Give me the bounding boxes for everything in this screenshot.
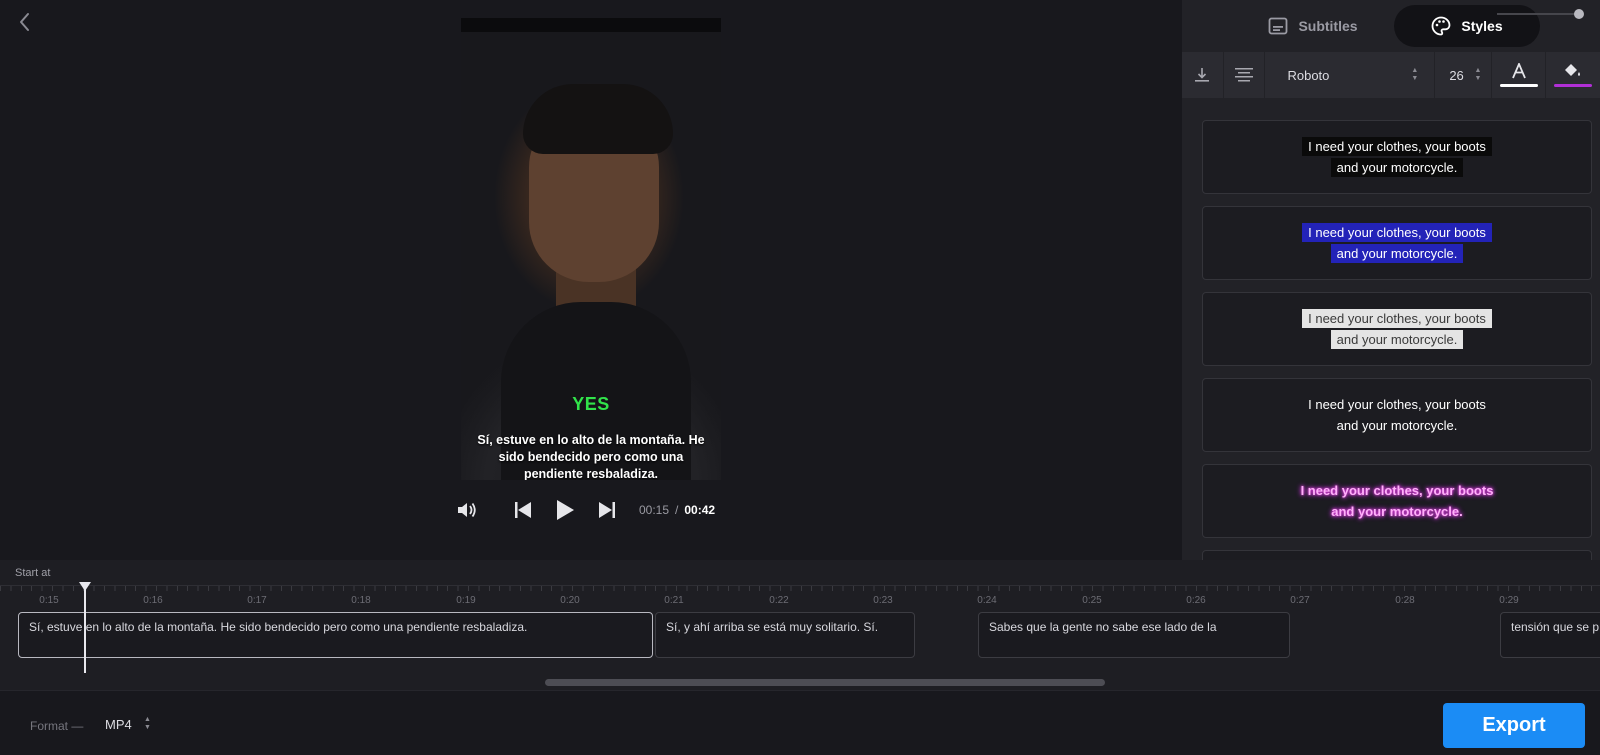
background-color-swatch (1554, 84, 1593, 87)
style-preset-plain[interactable]: I need your clothes, your boots and your… (1202, 378, 1592, 452)
tick-label: 0:22 (769, 595, 789, 606)
video-preview[interactable]: YES Sí, estuve en lo alto de la montaña.… (461, 18, 721, 480)
font-select[interactable]: Roboto ▲ ▼ (1265, 52, 1436, 98)
style-preview-text: I need your clothes, your boots and your… (1302, 136, 1492, 178)
font-size-value: 26 (1449, 67, 1464, 83)
style-preview-text: I need your clothes, your boots and your… (1308, 397, 1486, 433)
format-select[interactable]: MP4 (105, 717, 132, 732)
font-size-stepper[interactable]: 26 ▲ ▼ (1435, 52, 1493, 98)
caption-subtitle: Sí, estuve en lo alto de la montaña. He … (477, 433, 705, 480)
tick-label: 0:15 (39, 595, 59, 606)
updown-icon: ▲ ▼ (1411, 67, 1419, 82)
time-separator: / (675, 503, 679, 517)
style-preview-text: I need your clothes, your boots and your… (1302, 308, 1492, 350)
volume-button[interactable] (455, 498, 479, 522)
style-preset-more[interactable] (1202, 550, 1592, 560)
subtitle-segment[interactable]: Sí, y ahí arriba se está muy solitario. … (655, 612, 915, 658)
total-time: 00:42 (684, 503, 716, 517)
caption-highlight-word: YES (572, 394, 610, 414)
updown-icon[interactable]: ▲ ▼ (144, 716, 151, 732)
skip-back-icon (515, 502, 531, 518)
subtitles-icon (1269, 17, 1288, 35)
chevron-left-icon (20, 13, 29, 31)
tick-label: 0:17 (247, 595, 267, 606)
font-value: Roboto (1287, 67, 1330, 83)
volume-icon (458, 502, 476, 518)
footer-bar: Format — MP4 ▲ ▼ Export (0, 690, 1600, 755)
export-button[interactable]: Export (1443, 703, 1585, 748)
timeline-zoom-slider[interactable] (1497, 13, 1577, 15)
style-panel: Subtitles Styles Roboto ▲ ▼ 26 ▲ ▼ I nee… (1182, 0, 1600, 560)
tick-label: 0:20 (560, 595, 580, 606)
subtitle-track: Sí, estuve en lo alto de la montaña. He … (0, 612, 1600, 662)
back-button[interactable] (14, 10, 36, 34)
style-toolbar: Roboto ▲ ▼ 26 ▲ ▼ (1182, 52, 1600, 98)
style-preset-black-box[interactable]: I need your clothes, your boots and your… (1202, 120, 1592, 194)
subtitle-segment[interactable]: tensión que se p (1500, 612, 1600, 658)
align-bottom-icon (1195, 68, 1210, 82)
background-color-button[interactable] (1546, 52, 1600, 98)
subtitle-segment[interactable]: Sabes que la gente no sabe ese lado de l… (978, 612, 1290, 658)
palette-icon (1432, 16, 1451, 36)
timeline-scrollbar-thumb[interactable] (545, 679, 1105, 686)
tick-label: 0:24 (977, 595, 997, 606)
play-icon (557, 500, 574, 520)
skip-forward-icon (599, 502, 615, 518)
playhead[interactable] (84, 584, 86, 674)
style-preset-blue-box[interactable]: I need your clothes, your boots and your… (1202, 206, 1592, 280)
tick-label: 0:21 (664, 595, 684, 606)
time-ruler[interactable]: 0:15 0:16 0:17 0:18 0:19 0:20 0:21 0:22 … (0, 586, 1600, 614)
tick-label: 0:25 (1082, 595, 1102, 606)
play-button[interactable] (553, 498, 577, 522)
style-preview-text: I need your clothes, your boots and your… (1300, 483, 1494, 519)
tab-subtitles[interactable]: Subtitles (1228, 5, 1398, 47)
style-preview-text: I need your clothes, your boots and your… (1302, 222, 1492, 264)
text-color-icon (1511, 63, 1526, 79)
text-align-button[interactable] (1224, 52, 1266, 98)
start-at-label: Start at (15, 567, 51, 579)
position-button[interactable] (1182, 52, 1224, 98)
panel-tabs: Subtitles Styles (1182, 5, 1600, 47)
tick-label: 0:29 (1499, 595, 1519, 606)
style-presets-list: I need your clothes, your boots and your… (1202, 120, 1592, 560)
tick-label: 0:28 (1395, 595, 1415, 606)
text-color-swatch (1499, 84, 1538, 87)
paint-bucket-icon (1565, 64, 1581, 76)
ruler-minor-ticks (0, 586, 1600, 591)
previous-button[interactable] (511, 498, 535, 522)
style-preset-light-box[interactable]: I need your clothes, your boots and your… (1202, 292, 1592, 366)
tick-label: 0:26 (1186, 595, 1206, 606)
next-button[interactable] (595, 498, 619, 522)
current-time: 00:15 (639, 503, 670, 517)
tick-label: 0:19 (456, 595, 476, 606)
style-preset-pink-glow[interactable]: I need your clothes, your boots and your… (1202, 464, 1592, 538)
tab-subtitles-label: Subtitles (1298, 18, 1358, 34)
tick-label: 0:27 (1290, 595, 1310, 606)
tick-label: 0:18 (351, 595, 371, 606)
tab-styles[interactable]: Styles (1394, 5, 1540, 47)
player-controls: 00:15 / 00:42 (455, 495, 715, 525)
updown-icon: ▲ ▼ (1474, 67, 1482, 82)
format-label: Format — (30, 719, 84, 733)
time-display: 00:15 / 00:42 (639, 503, 715, 517)
tab-styles-label: Styles (1461, 18, 1503, 34)
subtitle-segment[interactable]: Sí, estuve en lo alto de la montaña. He … (18, 612, 653, 658)
timeline-header: Start at (0, 560, 1600, 586)
text-color-button[interactable] (1492, 52, 1547, 98)
align-center-icon (1235, 68, 1254, 82)
tick-label: 0:23 (873, 595, 893, 606)
timeline-zoom-handle[interactable] (1574, 9, 1584, 19)
tick-label: 0:16 (143, 595, 163, 606)
